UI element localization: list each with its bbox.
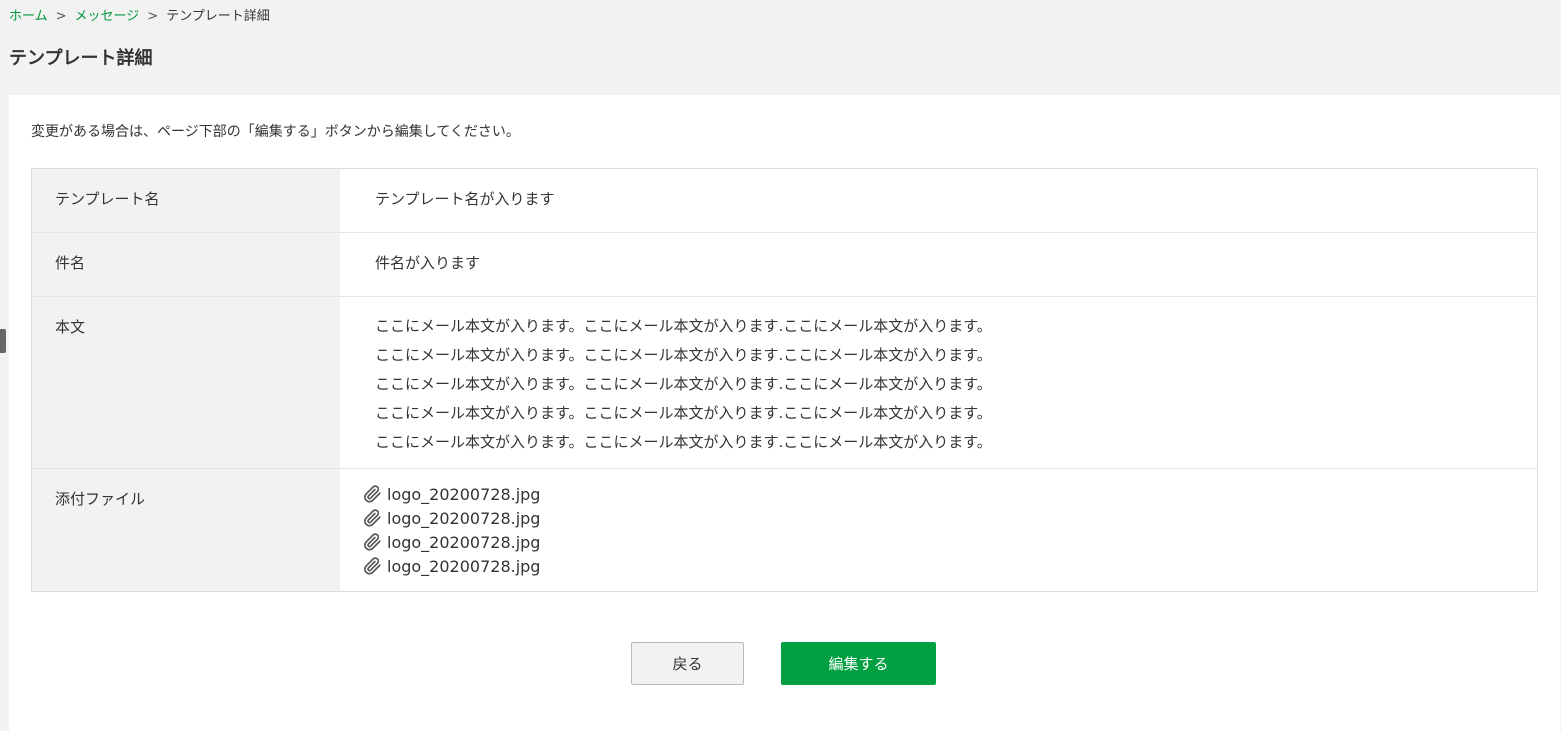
paperclip-icon xyxy=(364,509,381,527)
body-text-line: ここにメール本文が入ります。ここにメール本文が入ります.ここにメール本文が入りま… xyxy=(375,317,992,335)
subject-row: 件名 件名が入ります xyxy=(32,233,1537,297)
attachment-filename: logo_20200728.jpg xyxy=(387,532,541,552)
breadcrumb-separator: > xyxy=(55,9,67,24)
edit-notice: 変更がある場合は、ページ下部の「編集する」ボタンから編集してください。 xyxy=(31,124,520,140)
attachment-filename: logo_20200728.jpg xyxy=(387,508,541,528)
subject-label: 件名 xyxy=(32,233,340,296)
attachment-link[interactable]: logo_20200728.jpg xyxy=(362,506,1537,530)
attachment-filename: logo_20200728.jpg xyxy=(387,556,541,576)
body-text-line: ここにメール本文が入ります。ここにメール本文が入ります.ここにメール本文が入りま… xyxy=(375,404,992,422)
template-name-row: テンプレート名 テンプレート名が入ります xyxy=(32,169,1537,233)
template-detail-table: テンプレート名 テンプレート名が入ります 件名 件名が入ります 本文 ここにメー… xyxy=(31,168,1538,592)
body-text-line: ここにメール本文が入ります。ここにメール本文が入ります.ここにメール本文が入りま… xyxy=(375,346,992,364)
template-name-value: テンプレート名が入ります xyxy=(375,190,555,208)
body-text-line: ここにメール本文が入ります。ここにメール本文が入ります.ここにメール本文が入りま… xyxy=(375,433,992,451)
attachment-link[interactable]: logo_20200728.jpg xyxy=(362,482,1537,506)
page-title: テンプレート詳細 xyxy=(9,48,153,69)
breadcrumb: ホーム > メッセージ > テンプレート詳細 xyxy=(9,8,270,26)
body-value: ここにメール本文が入ります。ここにメール本文が入ります.ここにメール本文が入りま… xyxy=(340,297,1537,468)
attachment-link[interactable]: logo_20200728.jpg xyxy=(362,530,1537,554)
template-name-label: テンプレート名 xyxy=(32,169,340,232)
attachments-label: 添付ファイル xyxy=(32,469,340,591)
breadcrumb-messages-link[interactable]: メッセージ xyxy=(75,9,140,24)
sidebar-toggle-handle[interactable] xyxy=(0,329,6,353)
back-button[interactable]: 戻る xyxy=(631,642,744,685)
breadcrumb-separator: > xyxy=(147,9,159,24)
attachment-filename: logo_20200728.jpg xyxy=(387,484,541,504)
paperclip-icon xyxy=(364,533,381,551)
attachment-link[interactable]: logo_20200728.jpg xyxy=(362,554,1537,578)
paperclip-icon xyxy=(364,485,381,503)
attachments-list: logo_20200728.jpg logo_20200728.jpg logo… xyxy=(340,469,1537,591)
breadcrumb-home-link[interactable]: ホーム xyxy=(9,9,48,24)
edit-button[interactable]: 編集する xyxy=(781,642,936,685)
subject-value: 件名が入ります xyxy=(375,254,481,272)
body-row: 本文 ここにメール本文が入ります。ここにメール本文が入ります.ここにメール本文が… xyxy=(32,297,1537,469)
paperclip-icon xyxy=(364,557,381,575)
breadcrumb-current: テンプレート詳細 xyxy=(166,9,270,24)
body-label: 本文 xyxy=(32,297,340,468)
body-text-line: ここにメール本文が入ります。ここにメール本文が入ります.ここにメール本文が入りま… xyxy=(375,375,992,393)
attachments-row: 添付ファイル logo_20200728.jpg logo_20200728.j… xyxy=(32,469,1537,591)
template-detail-panel: 変更がある場合は、ページ下部の「編集する」ボタンから編集してください。 テンプレ… xyxy=(9,95,1560,731)
